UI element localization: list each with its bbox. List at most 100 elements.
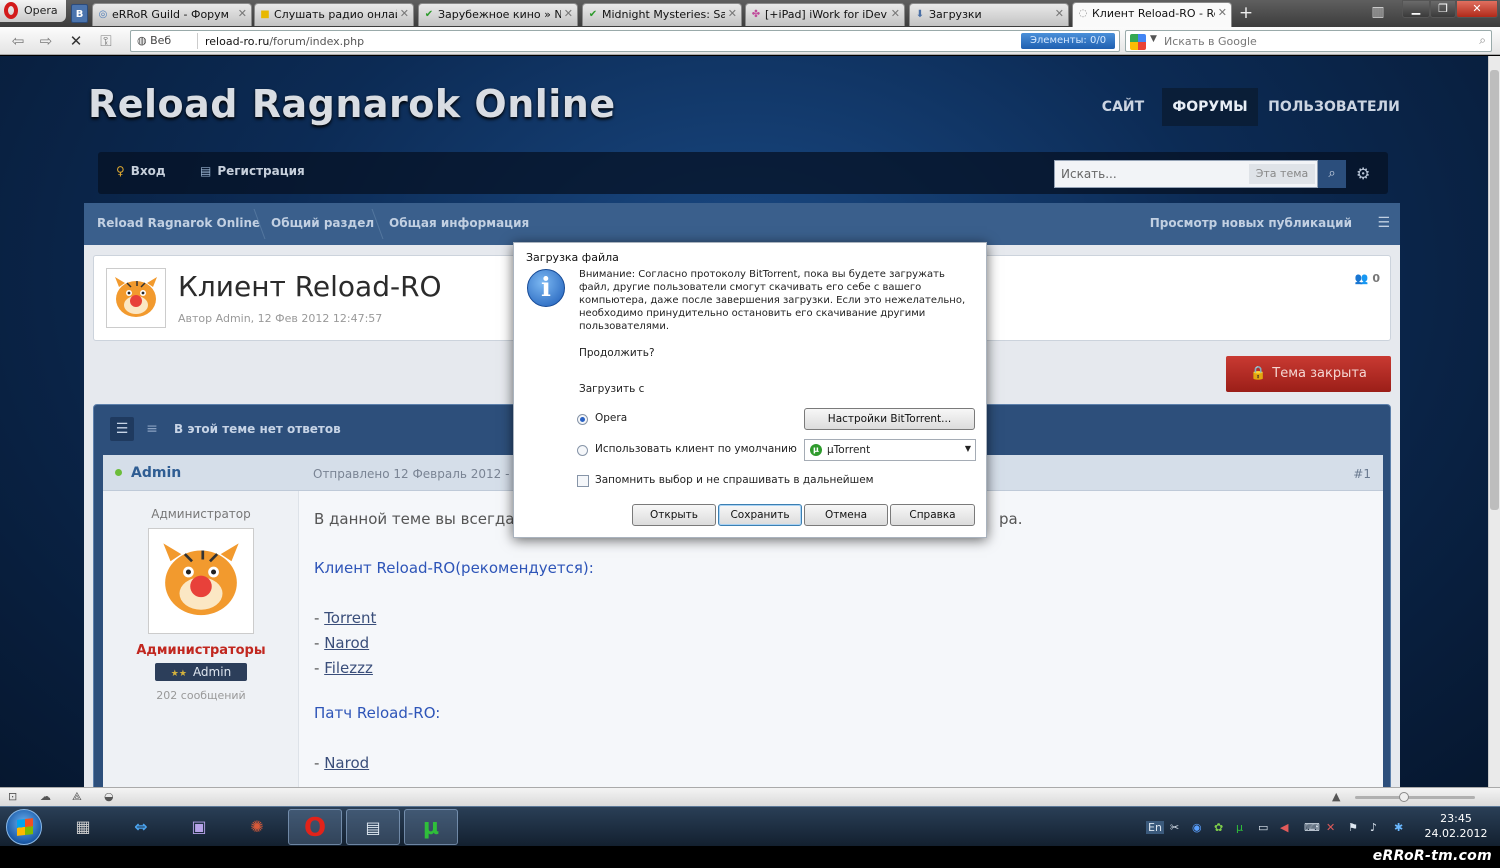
- language-indicator[interactable]: En: [1146, 821, 1164, 834]
- tab-reload-ro[interactable]: ◌ Клиент Reload-RO - Re... ✕: [1072, 2, 1232, 27]
- open-button[interactable]: Открыть: [632, 504, 716, 526]
- minimize-icon[interactable]: ▁: [1402, 0, 1430, 18]
- tray-arrow-icon[interactable]: ◀: [1280, 821, 1288, 834]
- help-button[interactable]: Справка: [890, 504, 975, 526]
- list-view-icon[interactable]: ☰: [110, 417, 134, 441]
- post-author[interactable]: Admin: [131, 465, 181, 481]
- elements-badge[interactable]: Элементы: 0/0: [1021, 33, 1115, 49]
- tab-downloads[interactable]: ⬇ Загрузки ✕: [909, 3, 1069, 26]
- game-icon[interactable]: ✺: [230, 809, 284, 845]
- new-posts-link[interactable]: Просмотр новых публикаций: [1150, 216, 1352, 230]
- link-filezzz[interactable]: Filezzz: [324, 659, 373, 677]
- radio-default-client[interactable]: [577, 445, 588, 456]
- tab-foreign-movies[interactable]: ✔ Зарубежное кино » N... ✕: [418, 3, 578, 26]
- close-tab-icon[interactable]: ✕: [564, 7, 573, 20]
- turbo-icon[interactable]: ◒: [104, 790, 114, 803]
- online-status-icon: [115, 469, 122, 476]
- search-icon[interactable]: ⌕: [1479, 33, 1486, 48]
- list-icon[interactable]: ☰: [1377, 215, 1390, 231]
- opera-menu-button[interactable]: Opera: [0, 0, 66, 22]
- radio-opera[interactable]: [577, 414, 588, 425]
- radio-opera-label[interactable]: Opera: [595, 412, 627, 424]
- nav-users[interactable]: ПОЛЬЗОВАТЕЛИ: [1266, 88, 1402, 126]
- utorrent-taskbar-icon[interactable]: µ: [404, 809, 458, 845]
- forward-icon[interactable]: ⇨: [36, 31, 56, 51]
- stop-icon[interactable]: ✕: [66, 31, 86, 51]
- address-field[interactable]: ◍ Веб reload-ro.ru/forum/index.php Элеме…: [130, 30, 1120, 52]
- unite-cloud-icon[interactable]: ☁: [40, 790, 51, 803]
- close-window-icon[interactable]: ✕: [1456, 0, 1498, 18]
- tab-midnight-mysteries[interactable]: ✔ Midnight Mysteries: Sal... ✕: [582, 3, 742, 26]
- search-icon[interactable]: ⌕: [1318, 160, 1346, 188]
- close-tab-icon[interactable]: ✕: [400, 7, 409, 20]
- zoom-slider-handle[interactable]: [1399, 792, 1409, 802]
- network-icon[interactable]: ✕: [1326, 821, 1335, 834]
- opera-taskbar-icon[interactable]: O: [288, 809, 342, 845]
- bittorrent-settings-button[interactable]: Настройки BitTorrent...: [804, 408, 975, 430]
- remember-label[interactable]: Запомнить выбор и не спрашивать в дальне…: [595, 474, 874, 486]
- compact-view-icon[interactable]: ≡: [140, 417, 164, 441]
- maximize-icon[interactable]: ❐: [1430, 0, 1456, 18]
- save-button[interactable]: Сохранить: [718, 504, 802, 526]
- share-icon[interactable]: ⟁: [72, 790, 82, 804]
- panel-toggle-icon[interactable]: ⊡: [8, 790, 17, 803]
- topic-closed-button[interactable]: 🔒 Тема закрыта: [1226, 356, 1391, 392]
- link-narod[interactable]: Narod: [324, 634, 369, 652]
- page-scrollbar[interactable]: [1488, 56, 1500, 787]
- close-tab-icon[interactable]: ✕: [238, 7, 247, 20]
- close-tab-icon[interactable]: ✕: [1055, 7, 1064, 20]
- new-tab-icon[interactable]: +: [1236, 3, 1256, 23]
- fun-app-icon[interactable]: ▦: [56, 809, 110, 845]
- tray-monitor-icon[interactable]: ▭: [1258, 821, 1268, 834]
- login-link[interactable]: ♀ Вход: [116, 164, 166, 178]
- tab-radio[interactable]: ■ Слушать радио онлай... ✕: [254, 3, 414, 26]
- zoom-slider[interactable]: [1355, 792, 1475, 802]
- radio-default-client-label[interactable]: Использовать клиент по умолчанию: [595, 443, 797, 455]
- link-patch-narod[interactable]: Narod: [324, 754, 369, 772]
- breadcrumb-item[interactable]: Общая информация: [389, 216, 529, 230]
- avatar[interactable]: [148, 528, 254, 634]
- chevron-down-icon[interactable]: ▼: [1150, 34, 1157, 44]
- tab-error-guild[interactable]: ◎ eRRoR Guild - Форум ✕: [92, 3, 252, 26]
- bluetooth-icon[interactable]: ✱: [1394, 821, 1403, 834]
- floppy-icon[interactable]: ▣: [172, 809, 226, 845]
- tray-leaf-icon[interactable]: ✿: [1214, 821, 1223, 834]
- site-search-input[interactable]: Искать... Эта тема: [1054, 160, 1318, 188]
- teamviewer-icon[interactable]: ⇔: [114, 809, 168, 845]
- flag-icon[interactable]: ⚑: [1348, 821, 1358, 834]
- clock[interactable]: 23:45 24.02.2012: [1420, 811, 1492, 841]
- start-button[interactable]: [6, 809, 42, 845]
- tab-iwork[interactable]: ✤ [+iPad] iWork for iDevi... ✕: [745, 3, 905, 26]
- trash-icon[interactable]: ▥: [1370, 4, 1386, 22]
- link-torrent[interactable]: Torrent: [324, 609, 376, 627]
- client-select[interactable]: µ µTorrent ▼: [804, 439, 976, 461]
- scrollbar-thumb[interactable]: [1490, 70, 1499, 510]
- back-icon[interactable]: ⇦: [8, 31, 28, 51]
- window-app-icon[interactable]: ▤: [346, 809, 400, 845]
- search-scope[interactable]: Эта тема: [1249, 164, 1315, 184]
- cancel-button[interactable]: Отмена: [804, 504, 888, 526]
- avatar[interactable]: [106, 268, 166, 328]
- breadcrumb-item[interactable]: Reload Ragnarok Online: [97, 216, 260, 230]
- key-icon[interactable]: ⚿: [96, 31, 116, 51]
- volume-icon[interactable]: ♪: [1370, 821, 1377, 834]
- close-tab-icon[interactable]: ✕: [728, 7, 737, 20]
- search-placeholder: Искать в Google: [1164, 35, 1257, 48]
- nav-site[interactable]: САЙТ: [1090, 88, 1156, 126]
- post-number[interactable]: #1: [1353, 467, 1371, 481]
- tray-tool-icon[interactable]: ✂: [1170, 821, 1179, 834]
- nav-forums[interactable]: ФОРУМЫ: [1162, 88, 1258, 126]
- chevron-up-icon[interactable]: ▲: [1332, 790, 1340, 803]
- register-link[interactable]: ▤ Регистрация: [200, 164, 305, 178]
- gear-icon[interactable]: ⚙: [1356, 164, 1370, 183]
- keyboard-icon[interactable]: ⌨: [1304, 821, 1320, 834]
- site-title[interactable]: Reload Ragnarok Online: [88, 82, 616, 126]
- tray-app-icon[interactable]: ◉: [1192, 821, 1202, 834]
- google-search-field[interactable]: ▼ Искать в Google ⌕: [1125, 30, 1492, 52]
- close-tab-icon[interactable]: ✕: [1218, 6, 1227, 19]
- vk-bookmark-icon[interactable]: B: [71, 4, 88, 23]
- utorrent-tray-icon[interactable]: µ: [1236, 821, 1243, 834]
- close-tab-icon[interactable]: ✕: [891, 7, 900, 20]
- remember-checkbox[interactable]: [577, 475, 589, 487]
- breadcrumb-item[interactable]: Общий раздел: [271, 216, 374, 230]
